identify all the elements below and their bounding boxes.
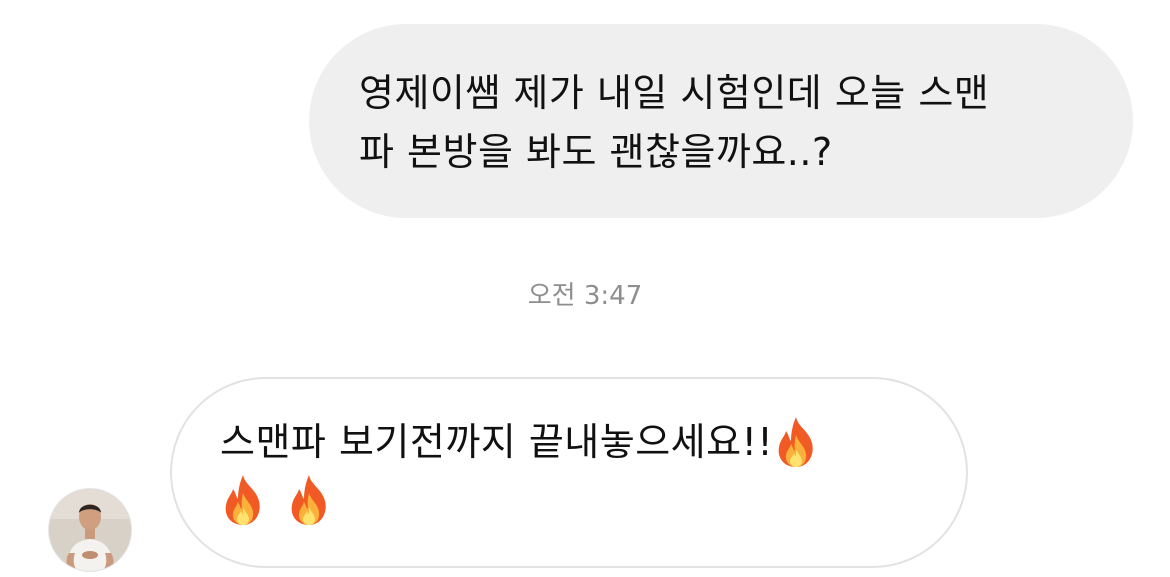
message-line: 스맨파 보기전까지 끝내놓으세요!! [220, 411, 926, 473]
message-timestamp: 오전 3:47 [527, 281, 643, 311]
incoming-message-text: 스맨파 보기전까지 끝내놓으세요!! [220, 411, 926, 527]
chat-thread: 영제이쌤 제가 내일 시험인데 오늘 스맨 파 본방을 봐도 괜찮을까요..? … [0, 0, 1170, 577]
message-line-text: 스맨파 보기전까지 끝내놓으세요!! [220, 420, 774, 464]
message-line: 파 본방을 봐도 괜찮을까요..? [359, 130, 833, 174]
outgoing-message-text: 영제이쌤 제가 내일 시험인데 오늘 스맨 파 본방을 봐도 괜찮을까요..? [359, 64, 1097, 182]
fire-icon [286, 473, 332, 527]
fire-icon [773, 415, 819, 469]
sender-avatar[interactable] [49, 489, 131, 571]
fire-icon [220, 473, 266, 527]
message-line: 영제이쌤 제가 내일 시험인데 오늘 스맨 [359, 71, 990, 115]
outgoing-message-bubble[interactable]: 영제이쌤 제가 내일 시험인데 오늘 스맨 파 본방을 봐도 괜찮을까요..? [309, 24, 1133, 218]
profile-photo-icon [49, 489, 131, 571]
incoming-message-bubble[interactable]: 스맨파 보기전까지 끝내놓으세요!! [170, 377, 968, 568]
message-emoji-line [220, 473, 926, 527]
